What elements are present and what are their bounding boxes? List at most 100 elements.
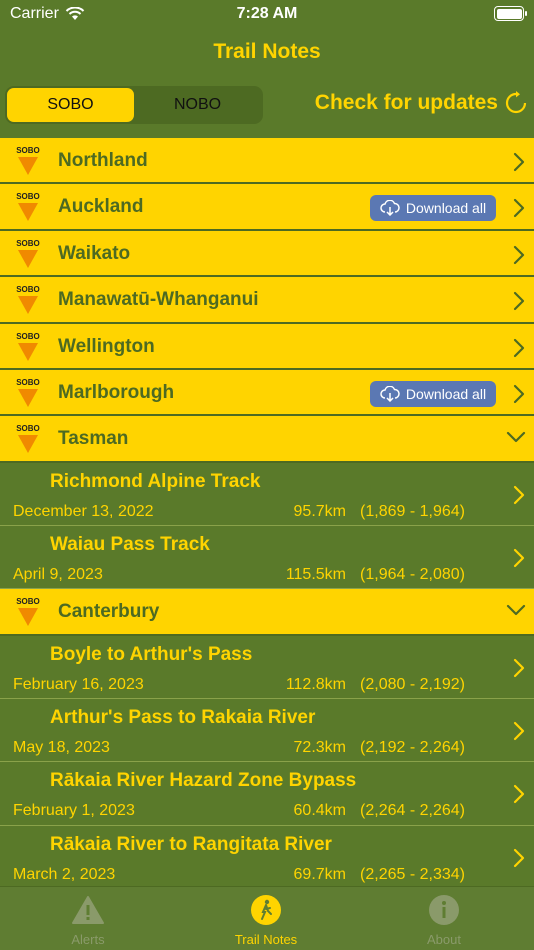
track-range: (1,964 - 2,080) [360, 566, 465, 584]
chevron-right-icon [513, 848, 525, 867]
chevron-down-icon [506, 605, 526, 616]
track-distance: 69.7km [293, 865, 346, 883]
track-range: (2,080 - 2,192) [360, 675, 465, 693]
chevron-right-icon [513, 658, 525, 677]
track-row[interactable]: Waiau Pass Track April 9, 2023 115.5km (1,9… [0, 526, 534, 590]
tab-alerts[interactable]: Alerts [28, 895, 148, 947]
region-name: Auckland [58, 196, 144, 218]
chevron-right-icon [513, 785, 525, 804]
down-arrow-icon [18, 249, 38, 268]
sobo-badge-label: SOBO [16, 285, 40, 295]
sobo-badge: SOBO [14, 378, 42, 410]
tab-alerts-label: Alerts [71, 932, 105, 947]
info-icon [429, 895, 459, 925]
track-range: (2,264 - 2,264) [360, 802, 465, 820]
direction-segmented-control: SOBO NOBO [5, 86, 263, 124]
region-row-manawat-whanganui[interactable]: SOBO Manawatū-Whanganui [0, 277, 534, 324]
track-distance: 115.5km [285, 566, 346, 584]
track-date: March 2, 2023 [13, 865, 116, 883]
chevron-right-icon [513, 199, 525, 218]
down-arrow-icon [18, 296, 38, 315]
track-row[interactable]: Richmond Alpine Track December 13, 2022 95… [0, 462, 534, 527]
refresh-icon [505, 91, 527, 114]
chevron-down-icon [506, 432, 526, 443]
sobo-badge: SOBO [14, 239, 42, 271]
battery-icon [494, 6, 527, 21]
chevron-right-icon [513, 721, 525, 741]
segment-sobo[interactable]: SOBO [7, 88, 134, 122]
track-distance: 95.7km [293, 502, 346, 520]
chevron-right-icon [513, 548, 525, 568]
tab-about[interactable]: About [384, 895, 504, 947]
region-row-northland[interactable]: SOBO Northland [0, 138, 534, 185]
download-all-label: Download all [405, 385, 487, 402]
track-date: December 13, 2022 [13, 502, 154, 520]
download-all-button[interactable]: Download all [370, 380, 496, 407]
sobo-badge-label: SOBO [16, 146, 40, 155]
tab-about-label: About [427, 932, 461, 947]
track-distance: 60.4km [293, 802, 346, 820]
down-arrow-icon [18, 388, 38, 407]
sobo-badge: SOBO [14, 332, 42, 364]
track-title: Richmond Alpine Track [50, 470, 261, 492]
region-row-marlborough[interactable]: SOBO Marlborough Download all [0, 369, 534, 417]
check-updates-button[interactable]: Check for updates [315, 91, 528, 115]
region-row-waikato[interactable]: SOBO Waikato [0, 230, 534, 278]
segment-nobo[interactable]: NOBO [134, 88, 261, 122]
region-row-canterbury[interactable]: SOBO Canterbury [0, 589, 534, 636]
region-name: Wellington [58, 335, 155, 357]
region-name: Tasman [58, 428, 129, 450]
page-title: Trail Notes [213, 40, 321, 63]
region-name: Northland [58, 150, 148, 171]
chevron-right-icon [513, 338, 525, 357]
track-range: (1,869 - 1,964) [360, 502, 465, 520]
track-row[interactable]: Arthur's Pass to Rakaia River May 18, 202… [0, 699, 534, 763]
track-date: May 18, 2023 [13, 739, 110, 757]
sobo-badge: SOBO [14, 192, 42, 224]
down-arrow-icon [18, 342, 38, 361]
track-distance: 72.3km [293, 739, 346, 757]
sobo-badge: SOBO [14, 285, 42, 317]
chevron-right-icon [513, 485, 525, 504]
cloud-download-icon [380, 385, 400, 402]
track-range: (2,265 - 2,334) [360, 865, 465, 883]
sobo-badge: SOBO [14, 424, 42, 456]
chevron-right-icon [513, 245, 525, 264]
sobo-badge-label: SOBO [16, 331, 40, 341]
region-row-auckland[interactable]: SOBO Auckland Download all [0, 184, 534, 231]
sobo-badge: SOBO [14, 146, 42, 178]
download-all-label: Download all [405, 200, 487, 217]
sobo-badge-label: SOBO [16, 377, 40, 387]
track-title: Arthur's Pass to Rakaia River [50, 707, 316, 729]
sobo-badge-label: SOBO [16, 192, 40, 202]
warning-icon [72, 896, 104, 924]
region-name: Marlborough [58, 381, 175, 403]
track-title: Waiau Pass Track [50, 534, 210, 556]
tab-trail-notes-label: Trail Notes [234, 932, 298, 947]
track-row[interactable]: Rākaia River Hazard Zone Bypass February … [0, 762, 534, 826]
down-arrow-icon [18, 608, 38, 627]
track-date: February 16, 2023 [13, 675, 144, 693]
chevron-right-icon [513, 384, 525, 404]
region-row-tasman[interactable]: SOBO Tasman [0, 416, 534, 463]
chevron-right-icon [513, 152, 525, 172]
region-row-wellington[interactable]: SOBO Wellington [0, 323, 534, 370]
track-date: April 9, 2023 [13, 566, 103, 584]
down-arrow-icon [18, 435, 38, 454]
download-all-button[interactable]: Download all [370, 195, 496, 222]
track-row[interactable]: Boyle to Arthur's Pass February 16, 2023 1… [0, 635, 534, 700]
track-range: (2,192 - 2,264) [360, 739, 465, 757]
region-name: Manawatū-Whanganui [58, 289, 259, 311]
down-arrow-icon [18, 157, 38, 175]
status-time: 7:28 AM [236, 5, 298, 22]
track-distance: 112.8km [285, 675, 346, 693]
check-updates-label: Check for updates [314, 91, 498, 114]
tab-trail-notes[interactable]: Trail Notes [206, 895, 326, 947]
chevron-right-icon [513, 292, 525, 311]
region-list: SOBO Northland SOBO Auckland Download all SOB… [0, 138, 534, 889]
track-row[interactable]: Rākaia River to Rangitata River March 2, … [0, 825, 534, 889]
sobo-badge-label: SOBO [16, 424, 40, 434]
track-title: Rākaia River to Rangitata River [50, 833, 332, 855]
sobo-badge-label: SOBO [16, 597, 40, 607]
tab-bar: Alerts Trail Notes About [0, 886, 534, 950]
